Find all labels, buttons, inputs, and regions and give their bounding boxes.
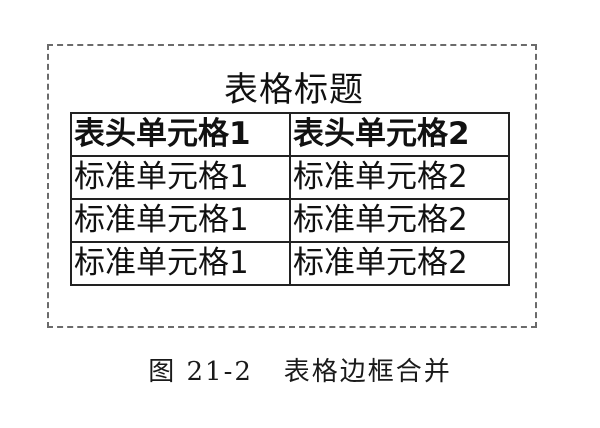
table-row: 标准单元格1 标准单元格2 — [70, 198, 510, 243]
table-cell: 标准单元格1 — [70, 155, 291, 200]
demo-table: 表头单元格1 表头单元格2 标准单元格1 标准单元格2 标准单元格1 标准单元格… — [70, 112, 510, 286]
figure-caption: 图 21-2 表格边框合并 — [148, 357, 452, 387]
table-header-cell-1: 表头单元格1 — [70, 112, 291, 157]
table-cell: 标准单元格2 — [289, 198, 510, 243]
table-cell: 标准单元格2 — [289, 241, 510, 286]
table-header-cell-2: 表头单元格2 — [289, 112, 510, 157]
table-header-row: 表头单元格1 表头单元格2 — [70, 112, 510, 157]
table-row: 标准单元格1 标准单元格2 — [70, 241, 510, 286]
table-caption: 表格标题 — [224, 70, 364, 110]
table-cell: 标准单元格1 — [70, 241, 291, 286]
table-cell: 标准单元格1 — [70, 198, 291, 243]
table-row: 标准单元格1 标准单元格2 — [70, 155, 510, 200]
table-cell: 标准单元格2 — [289, 155, 510, 200]
